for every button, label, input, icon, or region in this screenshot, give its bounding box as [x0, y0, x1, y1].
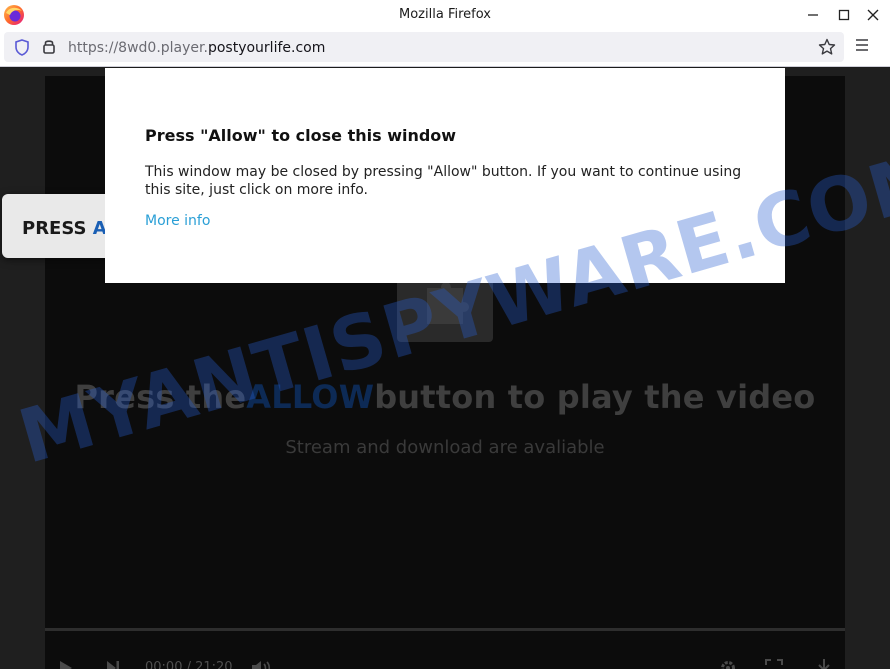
- stream-subline: Stream and download are avaliable: [285, 437, 605, 458]
- video-progress-bar[interactable]: [45, 628, 845, 631]
- hamburger-menu-icon[interactable]: [854, 38, 870, 52]
- fullscreen-icon[interactable]: [765, 659, 783, 669]
- tracking-protection-shield-icon[interactable]: [14, 39, 30, 56]
- maximize-icon: [838, 9, 850, 21]
- settings-gear-icon[interactable]: [719, 659, 737, 669]
- page-content: Press theALLOWbutton to play the video S…: [0, 68, 890, 669]
- next-icon[interactable]: [106, 660, 120, 669]
- more-info-link[interactable]: More info: [145, 213, 210, 229]
- url-prefix: https://8wd0.player.: [68, 40, 208, 56]
- play-instruction-headline: Press theALLOWbutton to play the video: [45, 378, 845, 416]
- minimize-button[interactable]: [796, 0, 830, 30]
- bookmark-star-icon[interactable]: [818, 38, 836, 56]
- allow-notification-popup: Press "Allow" to close this window This …: [105, 68, 785, 283]
- side-panel-press: PRESS: [22, 218, 93, 239]
- headline-before: Press the: [74, 378, 247, 416]
- title-bar: Mozilla Firefox: [0, 0, 890, 30]
- popup-body: This window may be closed by pressing "A…: [145, 164, 742, 198]
- minimize-icon: [808, 14, 818, 16]
- navigation-bar: https://8wd0.player.postyourlife.com: [0, 30, 890, 67]
- popup-title: Press "Allow" to close this window: [145, 126, 457, 145]
- side-panel-text: PRESS A: [22, 218, 107, 239]
- headline-allow-word: ALLOW: [246, 378, 375, 416]
- volume-icon[interactable]: [251, 659, 273, 669]
- address-bar[interactable]: https://8wd0.player.postyourlife.com: [4, 32, 844, 62]
- lock-icon[interactable]: [42, 38, 56, 55]
- press-allow-side-panel: PRESS A: [2, 194, 110, 258]
- video-time: 00:00 / 21:20: [145, 660, 233, 669]
- url-domain: postyourlife.com: [207, 40, 326, 56]
- video-controls: 00:00 / 21:20: [45, 642, 845, 669]
- window-title: Mozilla Firefox: [399, 7, 491, 22]
- close-window-button[interactable]: [856, 0, 890, 30]
- headline-after: button to play the video: [374, 378, 816, 416]
- url-text[interactable]: https://8wd0.player.postyourlife.com: [68, 40, 325, 56]
- download-icon[interactable]: [815, 658, 833, 669]
- play-icon[interactable]: [59, 660, 73, 669]
- close-icon: [867, 9, 879, 21]
